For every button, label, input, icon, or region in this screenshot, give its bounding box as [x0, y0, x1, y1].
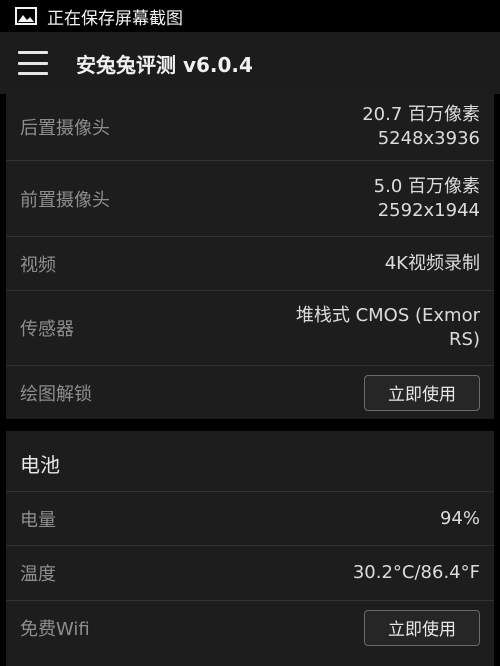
battery-section-title: 电池 [20, 453, 60, 477]
list-item: 后置摄像头 20.7 百万像素 5248x3936 [6, 94, 494, 161]
camera-card: 后置摄像头 20.7 百万像素 5248x3936 前置摄像头 5.0 百万像素… [6, 94, 494, 419]
list-item: 绘图解锁 立即使用 [6, 366, 494, 419]
list-item: 温度 30.2°C/86.4°F [6, 546, 494, 601]
status-bar: 正在保存屏幕截图 [0, 0, 500, 32]
list-item: 传感器 堆栈式 CMOS (Exmor RS) [6, 291, 494, 366]
rear-camera-value: 20.7 百万像素 5248x3936 [362, 104, 480, 149]
status-text: 正在保存屏幕截图 [47, 8, 183, 29]
battery-card: 电池 电量 94% 温度 30.2°C/86.4°F 免费Wifi 立即使用 [6, 431, 494, 666]
pattern-unlock-use-button[interactable]: 立即使用 [364, 374, 480, 411]
sensor-label: 传感器 [20, 319, 74, 340]
app-bar: 安兔兔评测 v6.0.4 [0, 32, 500, 94]
front-camera-value: 5.0 百万像素 2592x1944 [373, 175, 480, 221]
image-icon [15, 7, 37, 25]
list-item: 免费Wifi 立即使用 [6, 601, 494, 654]
list-item: 视频 4K视频录制 [6, 237, 494, 291]
battery-level-label: 电量 [20, 509, 56, 531]
front-camera-label: 前置摄像头 [20, 189, 110, 211]
hamburger-menu-icon[interactable] [18, 51, 48, 75]
temperature-value: 30.2°C/86.4°F [352, 562, 480, 583]
video-value: 4K视频录制 [384, 252, 480, 274]
temperature-label: 温度 [20, 564, 56, 585]
list-item: 电量 94% [6, 492, 494, 546]
sensor-value: 堆栈式 CMOS (Exmor RS) [295, 305, 480, 350]
pattern-unlock-label: 绘图解锁 [20, 383, 92, 405]
list-item: 前置摄像头 5.0 百万像素 2592x1944 [6, 161, 494, 237]
battery-level-value: 94% [439, 507, 480, 529]
video-label: 视频 [20, 254, 56, 276]
free-wifi-use-button[interactable]: 立即使用 [364, 609, 480, 646]
rear-camera-label: 后置摄像头 [20, 118, 110, 139]
section-header: 电池 [6, 431, 494, 492]
main-content[interactable]: 后置摄像头 20.7 百万像素 5248x3936 前置摄像头 5.0 百万像素… [0, 94, 500, 666]
free-wifi-label: 免费Wifi [20, 618, 90, 640]
app-title: 安兔兔评测 v6.0.4 [76, 52, 253, 77]
